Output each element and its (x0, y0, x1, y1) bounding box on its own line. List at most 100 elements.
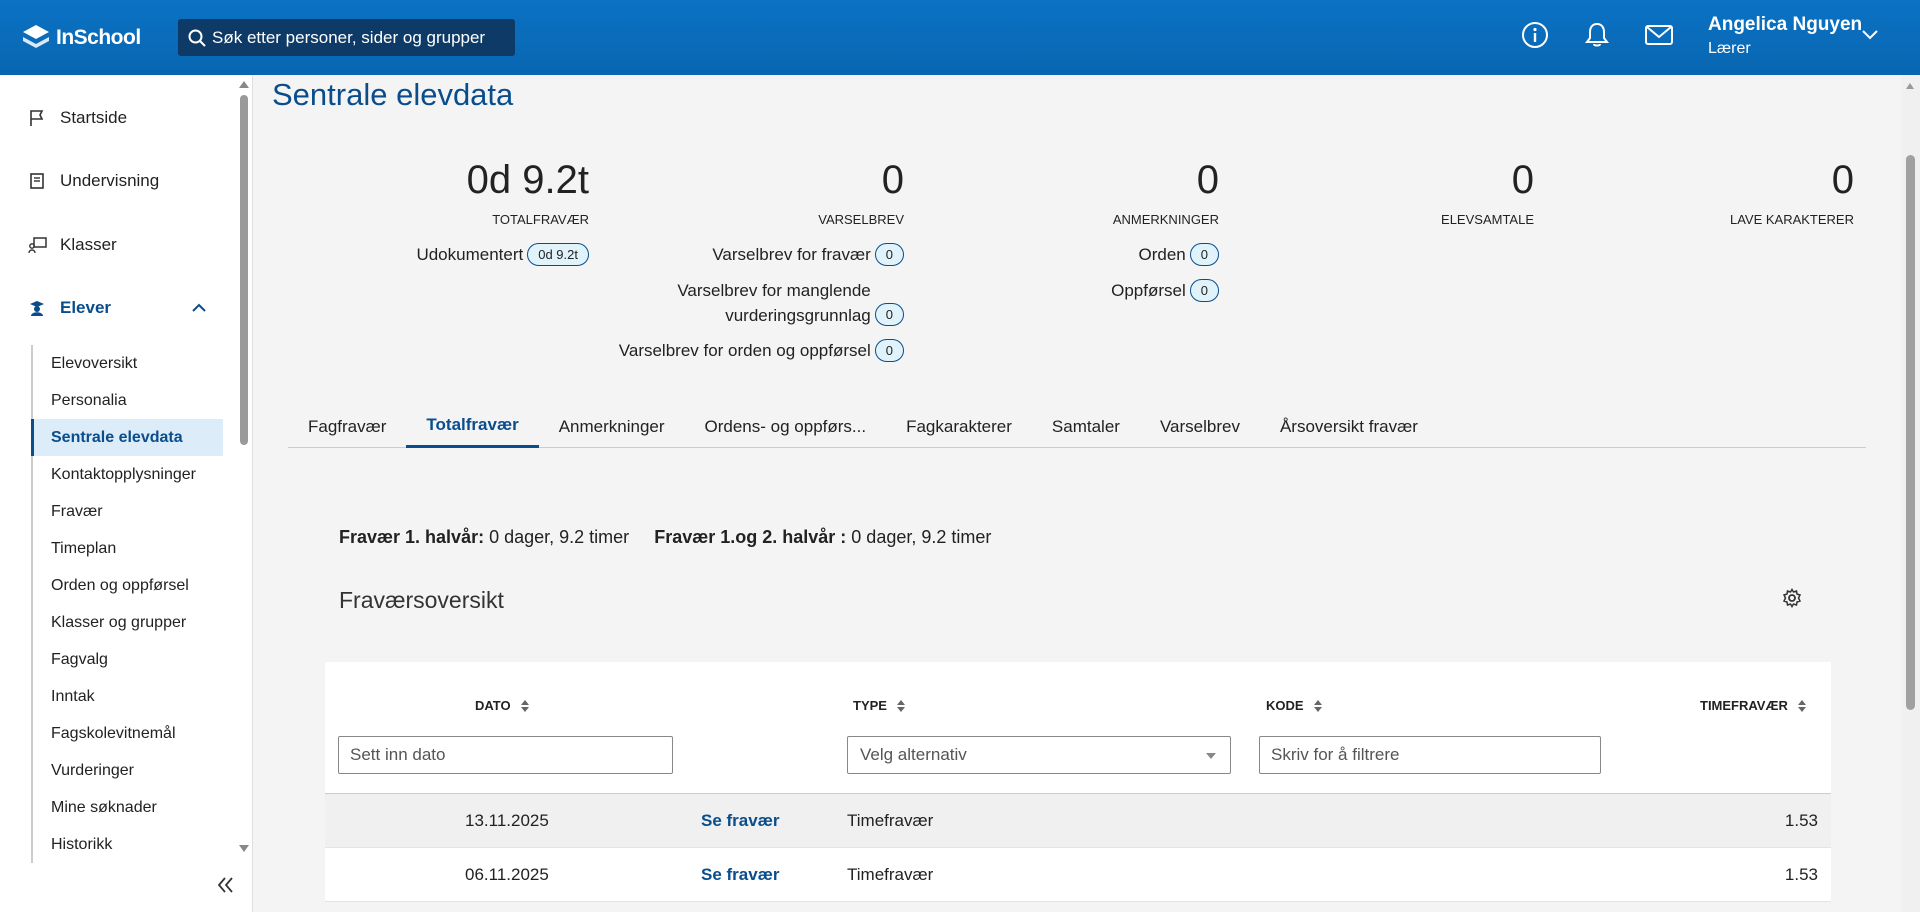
stat-row-oppforsel: Oppførsel 0 (1004, 279, 1219, 302)
sidebar-subitem[interactable]: Mine søknader (33, 789, 223, 826)
stat-elevsamtale: 0 ELEVSAMTALE (1354, 160, 1534, 227)
sidebar-subitem[interactable]: Inntak (33, 678, 223, 715)
sidebar-subitem[interactable]: Elevoversikt (33, 345, 223, 382)
tab-item[interactable]: Årsoversikt fravær (1260, 405, 1438, 448)
tab-item[interactable]: Fagfravær (288, 405, 406, 448)
summary-first-label: Fravær 1. halvår: (339, 527, 485, 547)
chevron-down-icon[interactable] (1862, 30, 1878, 40)
tab-item[interactable]: Totalfravær (406, 405, 539, 448)
sidebar-subitem[interactable]: Personalia (33, 382, 223, 419)
sidebar-subitem[interactable]: Klasser og grupper (33, 604, 223, 641)
main-content: Sentrale elevdata 0d 9.2t TOTALFRAVÆR Ud… (254, 75, 1900, 912)
see-absence-link[interactable]: Se fravær (701, 811, 779, 831)
double-chevron-left-icon (217, 877, 233, 893)
column-header-kode[interactable]: KODE (1266, 698, 1322, 713)
search-input[interactable] (212, 27, 492, 48)
stat-label: VARSELBREV (818, 212, 904, 227)
mail-icon (1645, 25, 1673, 45)
stat-row-label: Orden (1138, 244, 1186, 264)
stat-row-varselbrev-fravaer: Varselbrev for fravær 0 (554, 243, 904, 266)
settings-button[interactable] (1782, 588, 1802, 613)
scroll-up-arrow[interactable] (1906, 83, 1914, 89)
sort-icon[interactable] (896, 699, 905, 712)
sidebar-item-klasser[interactable]: Klasser (28, 235, 117, 255)
sidebar-subitem[interactable]: Fagskolevitnemål (33, 715, 223, 752)
sort-icon[interactable] (1797, 699, 1806, 712)
stat-row-label: Varselbrev for fravær (712, 244, 871, 264)
sidebar-item-startside[interactable]: Startside (28, 108, 127, 128)
tab-item[interactable]: Samtaler (1032, 405, 1140, 448)
sidebar-item-label: Klasser (60, 235, 117, 254)
flag-icon (28, 109, 48, 127)
collapse-sidebar-button[interactable] (216, 873, 236, 901)
absence-summary: Fravær 1. halvår: 0 dager, 9.2 timer Fra… (339, 527, 991, 548)
section-title: Fraværsoversikt (339, 587, 504, 613)
notifications-button[interactable] (1582, 20, 1612, 50)
classroom-icon (28, 236, 48, 254)
sidebar-item-elever[interactable]: Elever (28, 298, 208, 318)
scrollbar-thumb[interactable] (1906, 155, 1915, 710)
user-role: Lærer (1708, 40, 1751, 57)
stat-row-badge[interactable]: 0 (874, 303, 904, 326)
table-row: 13.11.2025 Se fravær Timefravær 1.53 (325, 794, 1831, 848)
sidebar-subitem[interactable]: Orden og oppførsel (33, 567, 223, 604)
sidebar-item-undervisning[interactable]: Undervisning (28, 171, 159, 191)
sort-icon[interactable] (1313, 699, 1322, 712)
code-filter-input[interactable] (1259, 736, 1601, 774)
stat-totalfravaer: 0d 9.2t TOTALFRAVÆR (464, 160, 589, 227)
bell-icon (1585, 22, 1609, 47)
stat-value: 0d 9.2t (466, 158, 589, 202)
cell-hours: 1.53 (1784, 865, 1818, 884)
column-header-type[interactable]: TYPE (853, 698, 905, 713)
tab-item[interactable]: Varselbrev (1140, 405, 1260, 448)
chevron-up-icon[interactable] (192, 303, 206, 312)
tab-item[interactable]: Anmerkninger (539, 405, 685, 448)
absence-table: DATO TYPE KODE TIMEFRAVÆR Velg alternati… (325, 662, 1831, 902)
stat-label: ELEVSAMTALE (1441, 212, 1534, 227)
summary-both-value: 0 dager, 9.2 timer (851, 527, 992, 547)
app-logo[interactable]: InSchool (20, 22, 158, 54)
stat-row-label: Udokumentert (416, 244, 524, 264)
type-filter-select[interactable]: Velg alternativ (847, 736, 1231, 774)
book-icon (28, 172, 48, 190)
sidebar-item-label: Startside (60, 108, 128, 127)
scroll-up-arrow[interactable] (239, 81, 249, 88)
sidebar-scrollbar[interactable] (237, 75, 251, 855)
tab-item[interactable]: Ordens- og oppførs... (685, 405, 887, 448)
stat-row-badge[interactable]: 0 (1189, 279, 1219, 302)
column-header-dato[interactable]: DATO (475, 698, 529, 713)
scrollbar-thumb[interactable] (240, 95, 248, 445)
stat-anmerkninger: 0 ANMERKNINGER (1054, 160, 1219, 227)
sort-icon[interactable] (520, 699, 529, 712)
tab-item[interactable]: Fagkarakterer (886, 405, 1032, 448)
sidebar-subitem[interactable]: Fravær (33, 493, 223, 530)
user-name: Angelica Nguyen (1708, 14, 1863, 35)
column-header-timefravaer[interactable]: TIMEFRAVÆR (1700, 698, 1806, 713)
user-menu[interactable]: Angelica Nguyen Lærer (1708, 14, 1862, 58)
cell-type: Timefravær (847, 811, 934, 830)
stat-row-badge[interactable]: 0 (874, 339, 904, 362)
stat-label: LAVE KARAKTERER (1729, 212, 1854, 227)
cell-date: 13.11.2025 (465, 811, 549, 830)
main-scrollbar[interactable] (1901, 75, 1920, 912)
sidebar-subitem[interactable]: Timeplan (33, 530, 223, 567)
global-search[interactable] (178, 19, 515, 56)
messages-button[interactable] (1644, 20, 1674, 50)
sidebar-subitem[interactable]: Sentrale elevdata (31, 419, 223, 456)
stat-row-badge[interactable]: 0 (1189, 243, 1219, 266)
table-row: 06.11.2025 Se fravær Timefravær 1.53 (325, 848, 1831, 902)
date-filter-input[interactable] (338, 736, 673, 774)
info-icon (1522, 22, 1548, 48)
see-absence-link[interactable]: Se fravær (701, 865, 779, 885)
info-button[interactable] (1520, 20, 1550, 50)
sidebar-subitem[interactable]: Kontaktopplysninger (33, 456, 223, 493)
sidebar-subitem[interactable]: Historikk (33, 826, 223, 863)
summary-both-label: Fravær 1.og 2. halvår : (654, 527, 847, 547)
sidebar-subitem[interactable]: Fagvalg (33, 641, 223, 678)
scroll-down-arrow[interactable] (239, 845, 249, 852)
table-header: DATO TYPE KODE TIMEFRAVÆR Velg alternati… (325, 662, 1831, 794)
sidebar-subitem[interactable]: Vurderinger (33, 752, 223, 789)
search-icon (188, 29, 206, 47)
stat-row-badge[interactable]: 0 (874, 243, 904, 266)
student-icon (28, 299, 48, 317)
